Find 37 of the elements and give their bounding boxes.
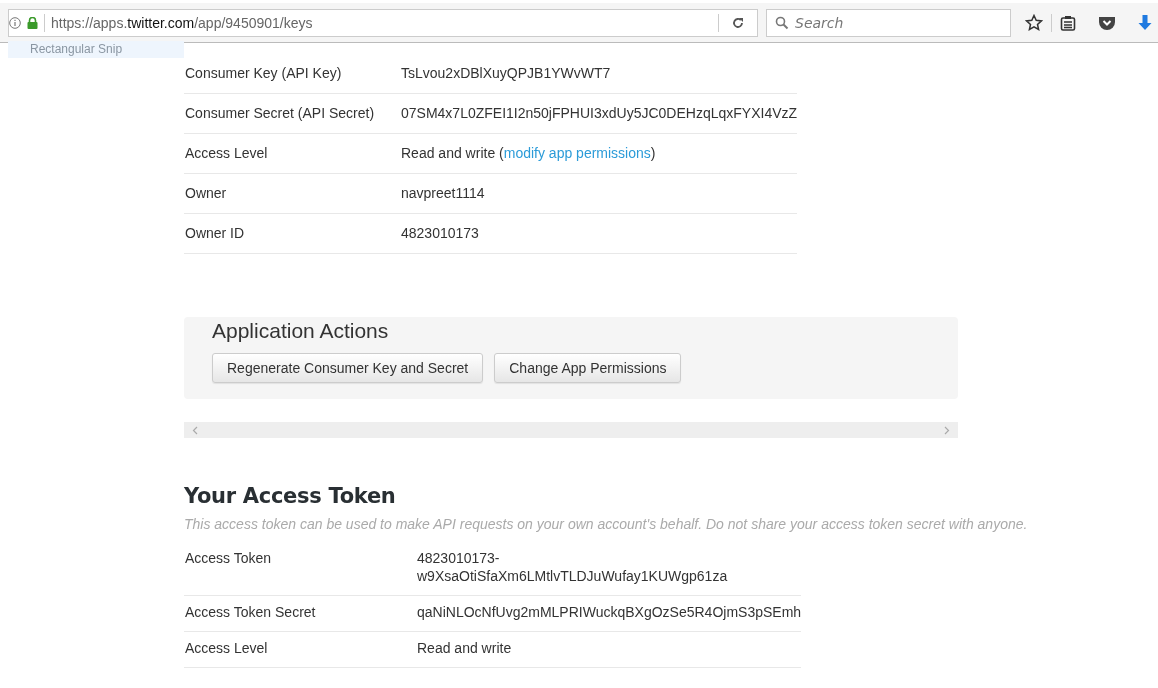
field-label: Access Token Secret [185,603,317,621]
search-field[interactable]: Search [766,8,1011,37]
scroll-left-icon[interactable] [192,425,198,435]
search-placeholder: Search [795,14,844,31]
download-icon[interactable] [1138,13,1152,32]
action-button[interactable]: Change App Permissions [494,353,682,383]
url-text: https://apps.twitter.com/app/9450901/keys [51,14,313,31]
section-heading: Your Access Token [184,484,397,508]
field-value: 07SM4x7L0ZFEI1I2n50jFPHUI3xdUy5JC0DEHzqLqxFYXI4VzZ [401,104,798,122]
reload-icon[interactable] [731,15,745,30]
field-value: 4823010173-w9XsaOtiSfaXm6LMtlvTLDJuWufay1KUWgp61za [417,549,729,585]
horizontal-scrollbar[interactable] [184,422,958,438]
star-icon[interactable] [1025,13,1043,32]
field-label: Consumer Secret (API Secret) [185,104,376,122]
search-icon [775,15,789,30]
scroll-right-icon[interactable] [944,425,950,435]
address-bar[interactable]: https://apps.twitter.com/app/9450901/keys [8,8,758,37]
field-value: 4823010173 [401,224,479,242]
field-value: Read and write (modify app permissions) [401,144,656,162]
pocket-icon[interactable] [1098,14,1116,31]
lock-icon[interactable] [27,16,38,29]
field-value: navpreet1114 [401,184,485,202]
field-label: Access Level [185,639,269,657]
field-label: Access Token [185,549,273,567]
field-label: Consumer Key (API Key) [185,64,343,82]
field-value: Read and write [417,639,512,657]
section-description: This access token can be used to make API requests on your own account's behalf. Do not share your access token secret with anyone. [184,516,1029,532]
tooltip: Rectangular Snip [8,41,184,58]
panel-title: Application Actions [212,319,390,343]
field-value: qaNiNLOcNfUvg2mMLPRIWuckqBXgOzSe5R4OjmS3pSEmh [417,603,802,621]
field-label: Access Level [185,144,269,162]
field-value: TsLvou2xDBlXuyQPJB1YWvWT7 [401,64,611,82]
field-label: Owner [185,184,228,202]
reading-list-icon[interactable] [1060,14,1076,31]
info-icon[interactable] [9,16,21,29]
action-button[interactable]: Regenerate Consumer Key and Secret [212,353,484,383]
field-label: Owner ID [185,224,246,242]
